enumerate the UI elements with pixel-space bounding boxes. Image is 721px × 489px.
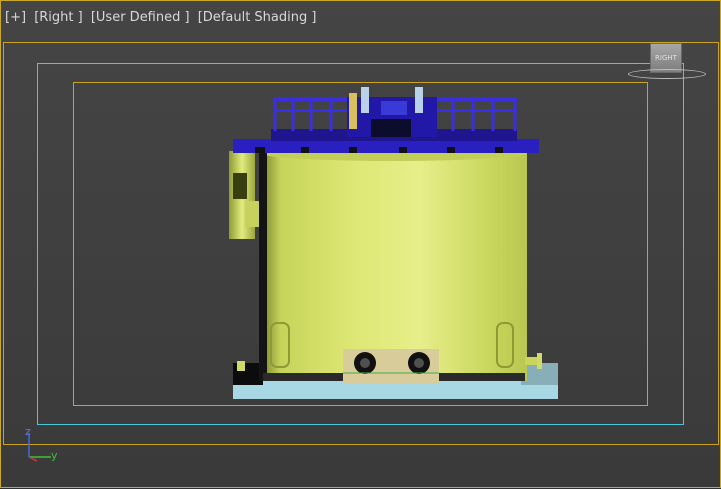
inlet-box xyxy=(343,349,439,383)
axis-tripod: z y xyxy=(19,425,69,467)
tank-model[interactable] xyxy=(1,1,721,489)
viewcube-compass-ring[interactable] xyxy=(628,69,706,79)
side-pipe xyxy=(229,151,259,239)
viewport[interactable]: [+] [Right ] [User Defined ] [Default Sh… xyxy=(0,0,721,488)
tank-body xyxy=(259,145,527,381)
axis-y-label: y xyxy=(51,449,58,462)
top-railing xyxy=(233,87,539,153)
axis-z-label: z xyxy=(25,425,31,438)
viewcube[interactable]: RIGHT xyxy=(628,41,706,81)
